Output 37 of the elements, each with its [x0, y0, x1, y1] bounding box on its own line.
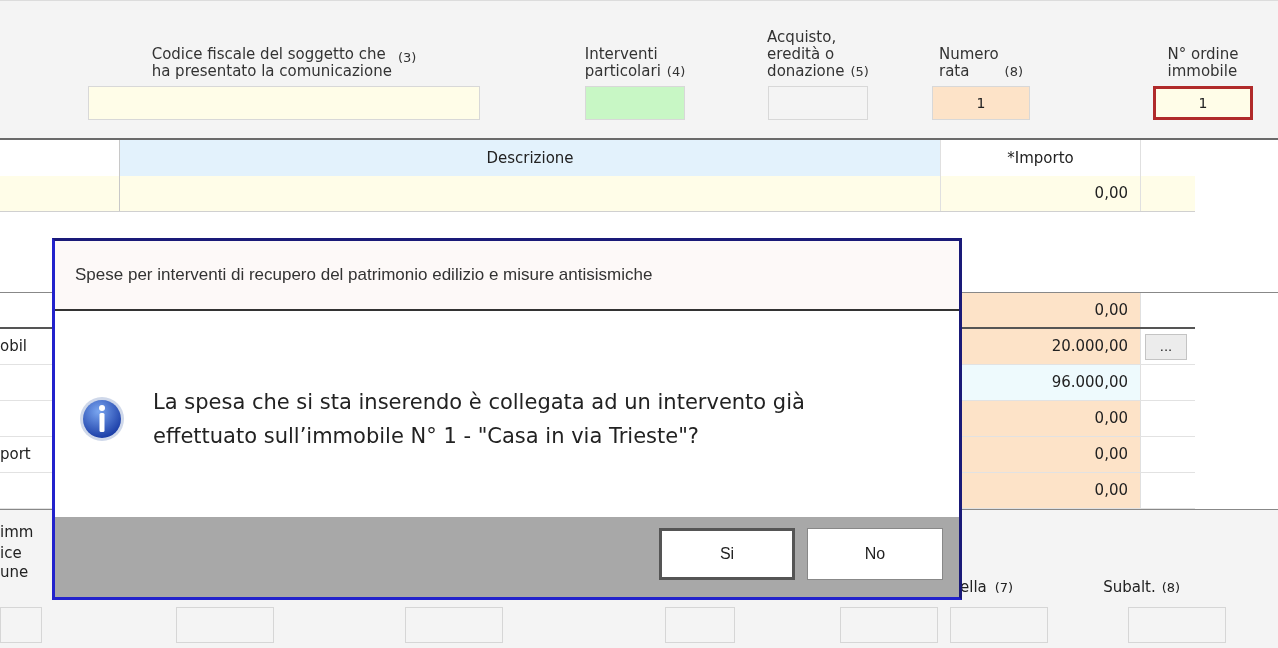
dialog-button[interactable]: No — [807, 528, 943, 580]
row-label: obil — [0, 336, 28, 358]
input-field[interactable] — [768, 86, 868, 120]
note-reference: (4) — [666, 63, 686, 80]
field-label: ice une — [0, 544, 30, 582]
input-field[interactable] — [176, 606, 274, 643]
field-label: Acquisto, eredità o donazione — [767, 29, 845, 80]
input-field[interactable] — [0, 606, 42, 643]
dialog-message: La spesa che si sta inserendo è collegata ad un intervento già effettuato sull’immobile N° 1 - "Casa in via Trieste"? — [153, 389, 805, 450]
browse-button[interactable]: ... — [1145, 333, 1187, 360]
field-label: Interventi particolari — [584, 46, 661, 80]
input-field[interactable] — [585, 86, 685, 120]
note-reference: (3) — [397, 49, 417, 66]
info-icon — [79, 396, 125, 442]
note-reference: (7) — [994, 578, 1014, 597]
dialog-title: Spese per interventi di recupero del patrimonio edilizio e misure antisismiche — [75, 264, 653, 287]
field-label: imm — [0, 522, 35, 542]
input-field[interactable]: 1 — [932, 86, 1030, 120]
note-reference: (5) — [850, 63, 869, 80]
dialog-button[interactable]: Si — [659, 528, 795, 580]
input-field[interactable] — [1128, 606, 1226, 643]
field-label: Numero rata — [939, 46, 999, 80]
row-label: port — [0, 444, 31, 466]
table-cell — [1140, 176, 1195, 211]
input-field[interactable] — [950, 606, 1048, 643]
input-field[interactable]: 1 — [1153, 86, 1253, 120]
field-label: Subalt. — [1103, 577, 1156, 598]
input-field[interactable] — [665, 606, 735, 643]
note-reference: (8) — [1004, 63, 1023, 80]
column-header: Descrizione — [120, 140, 940, 176]
field-label: Codice fiscale del soggetto che ha presentato la comunicazione — [151, 46, 392, 80]
amount-cell: 0,00 — [940, 176, 1140, 211]
input-field[interactable] — [88, 86, 480, 120]
field-label: N° ordine immobile — [1167, 46, 1239, 80]
note-reference: (8) — [1161, 578, 1181, 597]
input-field[interactable] — [840, 606, 938, 643]
input-field[interactable] — [405, 606, 503, 643]
